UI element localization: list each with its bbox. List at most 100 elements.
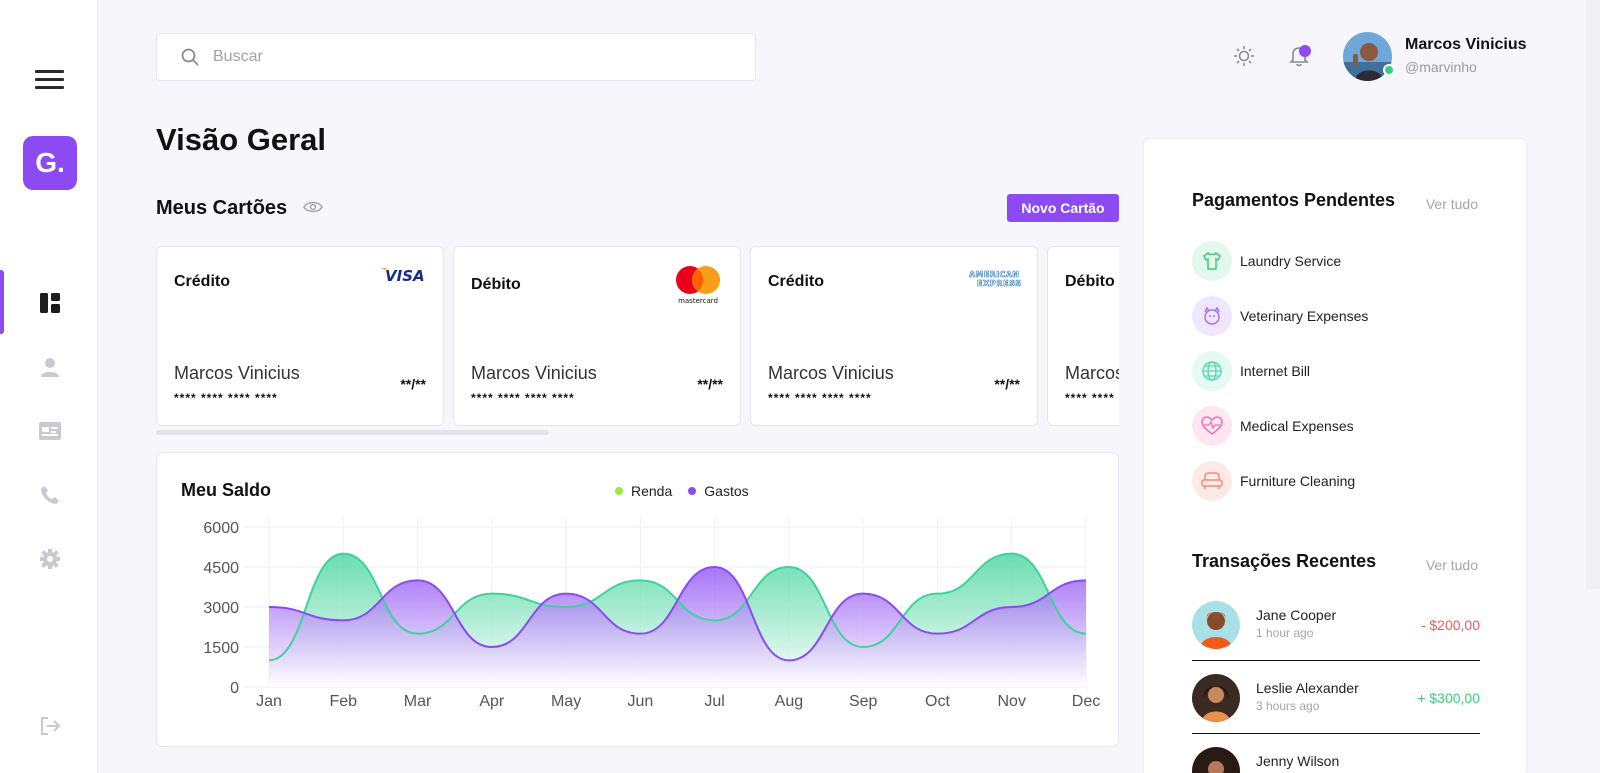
svg-text:EXPRESS: EXPRESS [977, 279, 1021, 288]
transaction-name: Leslie Alexander [1256, 680, 1359, 696]
transaction-name: Jenny Wilson [1256, 753, 1340, 769]
new-card-button[interactable]: Novo Cartão [1007, 194, 1119, 222]
x-tick-label: Jul [704, 693, 724, 710]
avatar [1192, 601, 1240, 649]
card-holder: Marcos Vinicius [174, 363, 300, 383]
card-number: **** **** **** **** [471, 391, 575, 405]
transaction-amount: + $300,00 [1417, 690, 1480, 706]
menu-icon[interactable] [35, 70, 64, 90]
x-tick-label: Apr [479, 693, 505, 710]
y-tick-label: 4500 [203, 560, 239, 577]
x-tick-label: Feb [329, 693, 357, 710]
x-tick-label: Aug [775, 693, 803, 710]
visa-logo-text: VISA [385, 267, 425, 283]
pending-payments-title: Pagamentos Pendentes [1192, 190, 1396, 210]
card[interactable]: Débito mastercard Marcos Vinicius **** *… [453, 246, 741, 426]
eye-icon[interactable] [303, 200, 323, 214]
mastercard-logo-text: mastercard [678, 297, 718, 305]
transactions-see-all-link[interactable]: Ver tudo [1426, 557, 1478, 573]
x-tick-label: Nov [998, 693, 1026, 710]
notification-badge [1299, 45, 1311, 57]
search-input[interactable] [213, 48, 713, 66]
x-tick-label: Mar [404, 693, 432, 710]
card-holder: Marcos Vinicius [1065, 363, 1119, 383]
x-tick-label: May [551, 693, 581, 710]
balance-chart: 0 1500 3000 4500 6000 Jan Feb Mar Apr May Jun Jul Au… [203, 517, 1100, 710]
card-number: **** **** **** **** [768, 391, 872, 405]
transaction-amount: - $200,00 [1420, 617, 1480, 633]
pending-item-internet[interactable]: Internet Bill [1192, 351, 1482, 391]
y-tick-label: 3000 [203, 600, 239, 617]
card-type: Débito [471, 276, 521, 293]
pending-item-furniture[interactable]: Furniture Cleaning [1192, 461, 1482, 501]
heart-pulse-icon [1192, 406, 1232, 446]
card-type: Crédito [174, 273, 230, 290]
dashboard-icon[interactable] [38, 291, 62, 315]
y-tick-label: 6000 [203, 520, 239, 537]
logout-icon[interactable] [38, 714, 62, 738]
recent-transactions-title: Transações Recentes [1192, 551, 1377, 571]
x-tick-label: Jan [256, 693, 282, 710]
card-holder: Marcos Vinicius [768, 363, 894, 383]
pending-item-label: Internet Bill [1240, 363, 1311, 379]
active-indicator [0, 270, 4, 334]
user-handle: @marvinho [1405, 59, 1477, 75]
transaction-row[interactable]: Leslie Alexander 3 hours ago + $300,00 [1192, 662, 1480, 734]
card-number: **** **** **** **** [1065, 391, 1119, 405]
card[interactable]: Crédito AMERICAN EXPRESS Marcos Vinicius … [750, 246, 1038, 426]
card-number: **** **** **** **** [174, 391, 278, 405]
globe-icon [1192, 351, 1232, 391]
cards-scrollbar[interactable] [156, 430, 1119, 435]
x-tick-label: Oct [925, 693, 950, 710]
search-icon [181, 48, 199, 66]
right-panel: Pagamentos Pendentes Ver tudo Laundry Se… [1143, 138, 1527, 773]
shirt-icon [1192, 241, 1232, 281]
pending-item-label: Veterinary Expenses [1240, 308, 1369, 324]
page-scrollbar[interactable] [1586, 0, 1600, 589]
card-expiry: **/** [697, 376, 723, 392]
user-icon[interactable] [38, 355, 62, 379]
logo: G. [23, 136, 77, 190]
sofa-icon [1192, 461, 1232, 501]
user-name: Marcos Vinicius [1405, 36, 1527, 53]
transaction-name: Jane Cooper [1256, 607, 1337, 623]
cards-scrollbar-thumb[interactable] [156, 430, 549, 435]
settings-icon[interactable] [38, 547, 62, 571]
cards-carousel: Crédito VISA Marcos Vinicius **** **** *… [156, 246, 1119, 426]
mastercard-logo: mastercard [672, 263, 724, 310]
card-expiry: **/** [400, 376, 426, 392]
pending-see-all-link[interactable]: Ver tudo [1426, 196, 1478, 212]
pending-item-label: Furniture Cleaning [1240, 473, 1356, 489]
x-tick-label: Jun [627, 693, 653, 710]
pending-item-laundry[interactable]: Laundry Service [1192, 241, 1482, 281]
card[interactable]: Crédito VISA Marcos Vinicius **** **** *… [156, 246, 444, 426]
online-status-dot [1383, 64, 1395, 76]
sun-icon[interactable] [1233, 45, 1255, 67]
pending-item-veterinary[interactable]: Veterinary Expenses [1192, 296, 1482, 336]
y-tick-label: 1500 [203, 640, 239, 657]
cards-section-title: Meus Cartões [156, 197, 288, 219]
svg-text:AMERICAN: AMERICAN [969, 270, 1019, 279]
balance-panel: Meu Saldo Renda Gastos 0 1500 3000 4500 6000… [156, 452, 1119, 747]
x-tick-label: Sep [849, 693, 878, 710]
phone-icon[interactable] [38, 483, 62, 507]
avatar [1192, 747, 1240, 773]
transaction-time: 3 hours ago [1256, 699, 1320, 713]
card-type: Débito [1065, 273, 1115, 290]
transaction-row[interactable]: Jane Cooper 1 hour ago - $200,00 [1192, 589, 1480, 661]
y-tick-label: 0 [230, 680, 239, 697]
x-tick-label: Dec [1072, 693, 1100, 710]
transaction-row[interactable]: Jenny Wilson [1192, 735, 1480, 773]
id-card-icon[interactable] [38, 419, 62, 443]
pending-item-label: Medical Expenses [1240, 418, 1354, 434]
visa-logo: VISA [381, 267, 427, 288]
pending-item-medical[interactable]: Medical Expenses [1192, 406, 1482, 446]
sidebar: G. [0, 0, 98, 773]
pet-icon [1192, 296, 1232, 336]
transaction-time: 1 hour ago [1256, 626, 1314, 640]
search-bar [156, 33, 756, 81]
page-title: Visão Geral [156, 122, 327, 157]
avatar [1192, 674, 1240, 722]
pending-item-label: Laundry Service [1240, 253, 1342, 269]
card[interactable]: Débito Marcos Vinicius **** **** **** **… [1047, 246, 1119, 426]
